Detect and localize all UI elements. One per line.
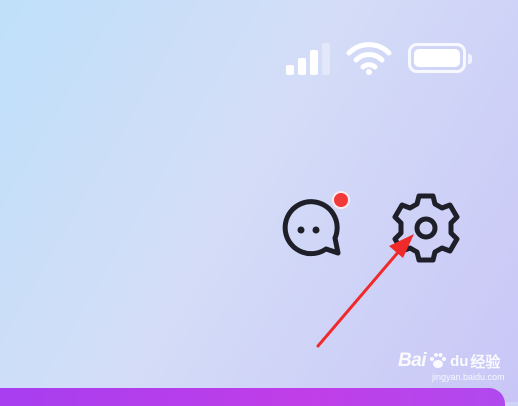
watermark-brand: Bai (398, 350, 427, 371)
watermark-suffix: du (450, 352, 469, 370)
battery-fill (414, 49, 460, 67)
status-bar (286, 40, 472, 76)
bottom-panel (0, 388, 505, 406)
chat-bubble-icon (282, 199, 341, 257)
paw-icon (430, 353, 447, 368)
wifi-icon (346, 42, 392, 75)
watermark-logo: Bai du 经验 (398, 350, 500, 372)
watermark-text: 经验 (470, 353, 501, 371)
cellular-signal-icon (286, 41, 330, 75)
settings-button[interactable] (388, 190, 464, 266)
gear-icon (392, 193, 460, 263)
battery-icon (408, 43, 472, 73)
watermark-url: jingyan.baidu.com (432, 372, 505, 382)
notification-dot (332, 191, 350, 209)
messages-button[interactable] (278, 196, 342, 260)
